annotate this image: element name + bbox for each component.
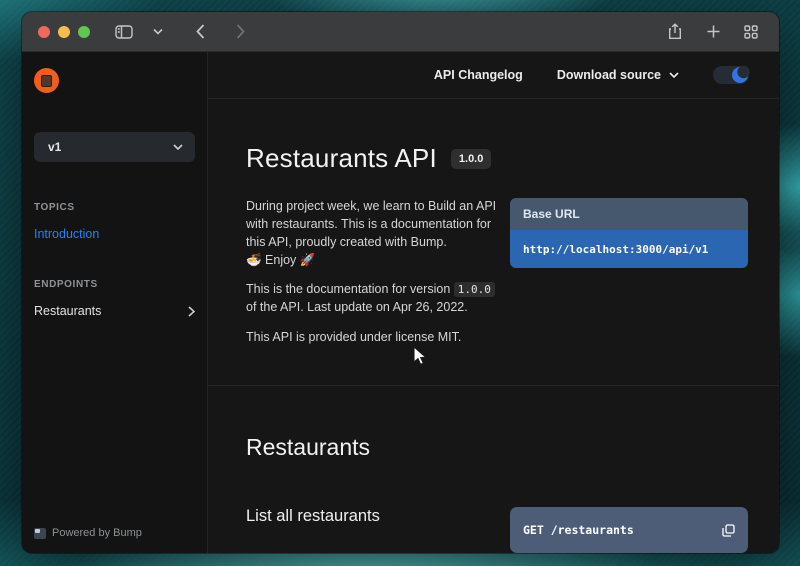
- sidebar-item-restaurants[interactable]: Restaurants: [34, 304, 195, 318]
- endpoint-label: GET /restaurants: [523, 523, 714, 537]
- get-restaurants-endpoint[interactable]: GET /restaurants: [510, 507, 748, 553]
- endpoints-section-label: ENDPOINTS: [34, 279, 195, 290]
- browser-window: v1 TOPICS Introduction ENDPOINTS Restaur…: [22, 12, 779, 553]
- base-url-value: http://localhost:3000/api/v1: [523, 243, 708, 256]
- api-logo[interactable]: [34, 68, 59, 93]
- chevron-right-icon: [188, 306, 195, 317]
- sidebar-item-introduction[interactable]: Introduction: [34, 227, 195, 241]
- docs-main: API Changelog Download source Restaurant…: [208, 52, 779, 553]
- api-logo-glyph: [41, 75, 52, 87]
- intro-emoji-line: 🍜 Enjoy 🚀: [246, 253, 315, 267]
- download-source-label: Download source: [557, 68, 661, 82]
- forward-button[interactable]: [228, 20, 252, 44]
- intro-text-column: During project week, we learn to Build a…: [246, 198, 498, 346]
- base-url-value-row[interactable]: http://localhost:3000/api/v1: [510, 230, 748, 268]
- moon-icon: [730, 65, 750, 85]
- version-paragraph-after: of the API. Last update on Apr 26, 2022.: [246, 300, 468, 314]
- window-titlebar: [22, 12, 779, 52]
- back-button[interactable]: [188, 20, 212, 44]
- download-source-menu[interactable]: Download source: [557, 68, 679, 82]
- operation-title: List all restaurants: [246, 507, 510, 526]
- dark-mode-toggle[interactable]: [713, 66, 749, 84]
- api-changelog-link[interactable]: API Changelog: [434, 68, 523, 82]
- zoom-window-button[interactable]: [78, 26, 90, 38]
- page-title: Restaurants API: [246, 143, 437, 174]
- share-icon[interactable]: [663, 20, 687, 44]
- sidebar-item-label: Restaurants: [34, 304, 101, 318]
- minimize-window-button[interactable]: [58, 26, 70, 38]
- powered-by-bump[interactable]: Powered by Bump: [34, 527, 195, 539]
- version-badge: 1.0.0: [451, 149, 491, 169]
- version-paragraph: This is the documentation for version 1.…: [246, 281, 498, 317]
- copy-icon: [722, 524, 735, 537]
- chevron-down-icon: [173, 144, 183, 150]
- introduction-section: Restaurants API 1.0.0 During project wee…: [208, 99, 779, 385]
- license-paragraph: This API is provided under license MIT.: [246, 329, 498, 347]
- version-paragraph-before: This is the documentation for version: [246, 282, 454, 296]
- docs-top-nav: API Changelog Download source: [208, 52, 779, 99]
- docs-sidebar: v1 TOPICS Introduction ENDPOINTS Restaur…: [22, 52, 208, 553]
- close-window-button[interactable]: [38, 26, 50, 38]
- chevron-down-icon: [669, 72, 679, 78]
- topics-section-label: TOPICS: [34, 202, 195, 213]
- restaurants-section-title: Restaurants: [246, 434, 748, 461]
- intro-paragraph-text: During project week, we learn to Build a…: [246, 199, 496, 249]
- new-tab-icon[interactable]: [701, 20, 725, 44]
- restaurants-section: Restaurants List all restaurants GET /re…: [208, 385, 779, 553]
- version-select-value: v1: [48, 140, 61, 154]
- inline-version-code: 1.0.0: [454, 282, 495, 297]
- tab-overview-icon[interactable]: [739, 20, 763, 44]
- sidebar-toggle-icon[interactable]: [112, 20, 136, 44]
- sidebar-chevron-down-icon[interactable]: [146, 20, 170, 44]
- intro-paragraph: During project week, we learn to Build a…: [246, 198, 498, 269]
- traffic-lights: [38, 26, 90, 38]
- powered-by-label: Powered by Bump: [52, 527, 142, 539]
- base-url-card: Base URL http://localhost:3000/api/v1: [510, 198, 748, 268]
- version-select[interactable]: v1: [34, 132, 195, 162]
- base-url-label: Base URL: [510, 198, 748, 230]
- bump-logo-icon: [34, 528, 46, 539]
